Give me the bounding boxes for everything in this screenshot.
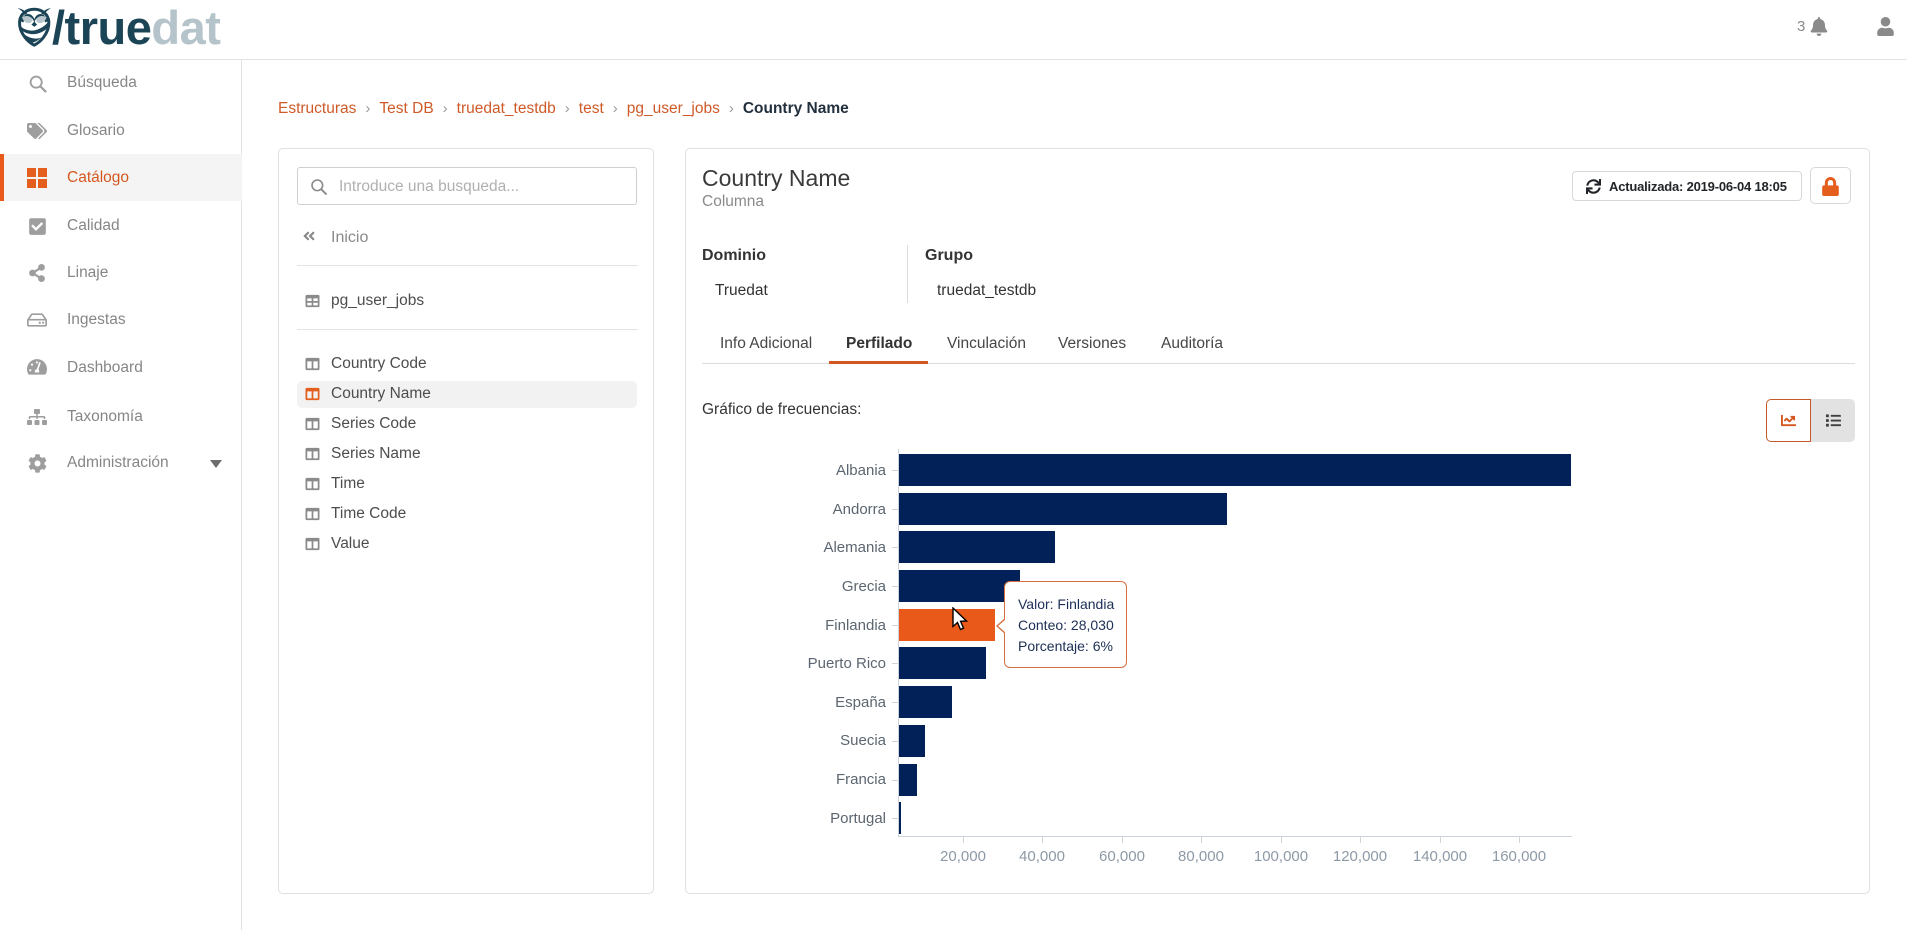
svg-text:/truedat: /truedat	[52, 1, 221, 54]
